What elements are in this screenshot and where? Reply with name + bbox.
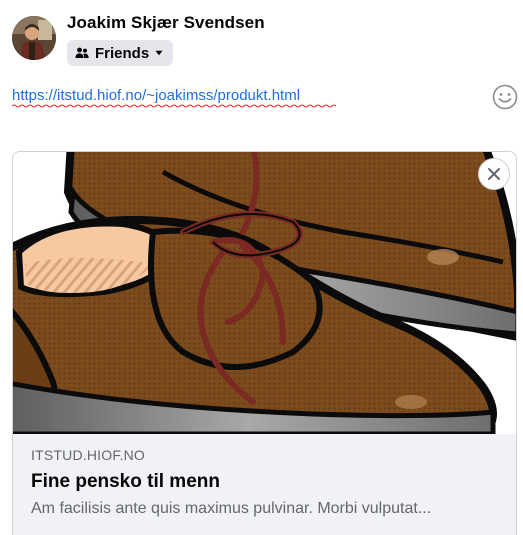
post-text-input[interactable]: https://itstud.hiof.no/~joakimss/produkt…	[12, 87, 336, 108]
caret-down-icon	[155, 50, 163, 56]
profile-photo-icon	[12, 16, 56, 60]
audience-selector-button[interactable]: Friends	[67, 40, 174, 66]
user-name[interactable]: Joakim Skjær Svendsen	[67, 13, 265, 33]
remove-preview-button[interactable]	[478, 158, 510, 190]
audience-label: Friends	[95, 44, 150, 62]
post-composer: Joakim Skjær Svendsen Friends https://it…	[0, 0, 523, 535]
friends-icon	[75, 47, 89, 59]
smiley-icon	[492, 84, 518, 110]
link-preview-card[interactable]: ITSTUD.HIOF.NO Fine pensko til menn Am f…	[12, 151, 517, 535]
preview-meta: ITSTUD.HIOF.NO Fine pensko til menn Am f…	[13, 434, 516, 535]
preview-image[interactable]	[13, 152, 516, 434]
avatar[interactable]	[12, 16, 56, 60]
preview-domain: ITSTUD.HIOF.NO	[31, 447, 146, 463]
post-link-text: https://itstud.hiof.no/~joakimss/produkt…	[12, 87, 301, 104]
preview-title[interactable]: Fine pensko til menn	[31, 470, 498, 494]
emoji-button[interactable]	[492, 84, 518, 110]
preview-description: Am facilisis ante quis maximus pulvinar.…	[31, 500, 432, 517]
spellcheck-underline	[12, 104, 336, 108]
brown-shoes-illustration	[13, 152, 516, 434]
close-icon	[488, 168, 500, 180]
